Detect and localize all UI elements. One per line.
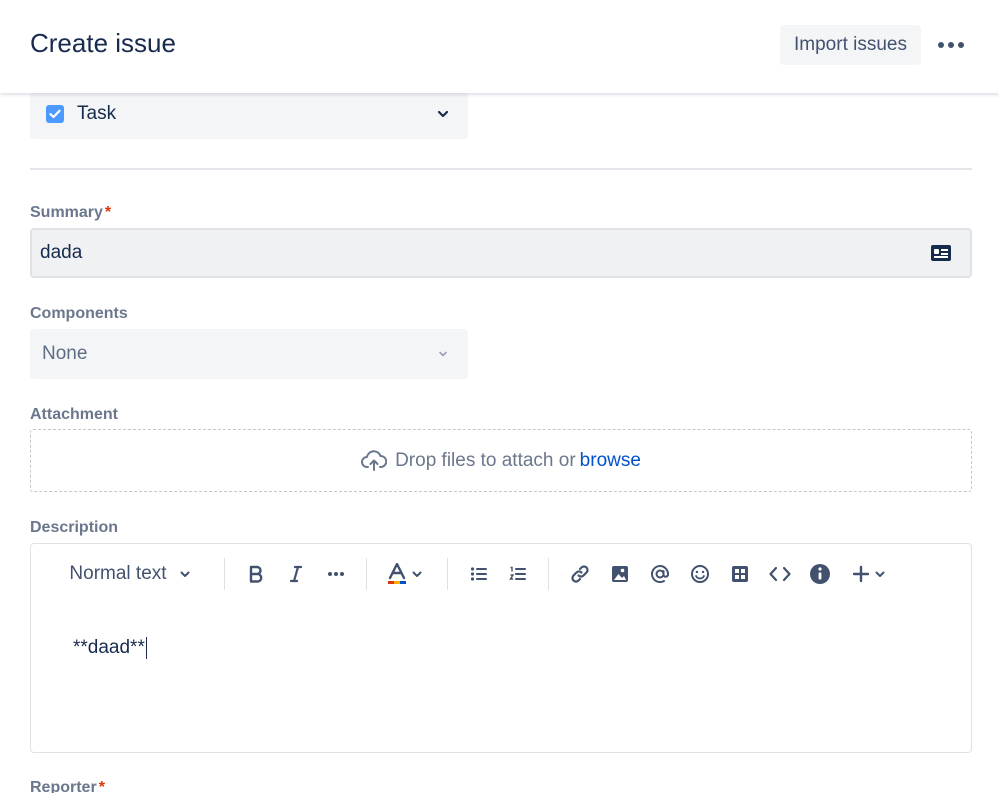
issue-type-value: Task — [77, 103, 117, 124]
divider — [30, 168, 972, 170]
toolbar-separator — [447, 558, 448, 590]
cloud-upload-icon — [361, 449, 388, 471]
toolbar-separator — [366, 558, 367, 590]
issue-type-select[interactable]: Task — [30, 89, 468, 139]
link-icon[interactable] — [567, 559, 593, 589]
more-actions-button[interactable] — [930, 27, 972, 63]
more-dots-icon — [938, 42, 944, 48]
attachment-dropzone[interactable]: Drop files to attach or browse — [30, 429, 972, 492]
toolbar-separator — [548, 558, 549, 590]
chevron-down-icon — [875, 571, 885, 577]
table-icon[interactable] — [727, 559, 753, 589]
reporter-label: Reporter * — [30, 779, 105, 793]
editor-toolbar: Normal text — [31, 544, 971, 604]
page-title: Create issue — [30, 28, 176, 58]
mention-icon[interactable] — [647, 559, 673, 589]
text-style-dropdown[interactable]: Normal text — [67, 559, 193, 589]
browse-link[interactable]: browse — [580, 450, 641, 472]
bold-icon[interactable] — [243, 559, 269, 589]
info-icon[interactable] — [807, 559, 833, 589]
summary-label: Summary * — [30, 204, 112, 221]
more-formatting-icon[interactable] — [323, 559, 349, 589]
text-color-icon[interactable] — [383, 559, 427, 589]
emoji-icon[interactable] — [687, 559, 713, 589]
import-issues-button[interactable]: Import issues — [780, 25, 921, 65]
chevron-down-icon — [180, 571, 190, 577]
chevron-down-icon — [439, 351, 447, 357]
description-text: **daad** — [73, 637, 145, 658]
drop-text: Drop files to attach or — [395, 449, 576, 471]
insert-plus-icon[interactable] — [849, 559, 889, 589]
image-icon[interactable] — [607, 559, 633, 589]
description-label: Description — [30, 519, 119, 536]
italic-icon[interactable] — [283, 559, 309, 589]
chevron-down-icon — [412, 571, 422, 577]
text-caret — [145, 637, 148, 659]
attachment-label: Attachment — [30, 406, 119, 423]
required-indicator: * — [104, 204, 112, 221]
description-content[interactable]: **daad** — [73, 637, 148, 659]
card-icon[interactable] — [930, 244, 952, 262]
bullet-list-icon[interactable] — [466, 559, 492, 589]
required-indicator: * — [98, 779, 105, 793]
components-value: None — [42, 343, 88, 364]
toolbar-separator — [224, 558, 225, 590]
components-label: Components — [30, 305, 128, 322]
numbered-list-icon[interactable] — [505, 559, 531, 589]
summary-input[interactable]: dada — [30, 228, 972, 278]
code-icon[interactable] — [767, 559, 793, 589]
chevron-down-icon — [437, 110, 449, 118]
description-editor[interactable]: Normal text **daad** — [30, 543, 972, 753]
task-checkbox-icon — [46, 105, 64, 123]
modal-header: Create issue Import issues — [0, 0, 999, 93]
summary-value: dada — [40, 242, 83, 263]
components-select[interactable]: None — [30, 329, 468, 379]
